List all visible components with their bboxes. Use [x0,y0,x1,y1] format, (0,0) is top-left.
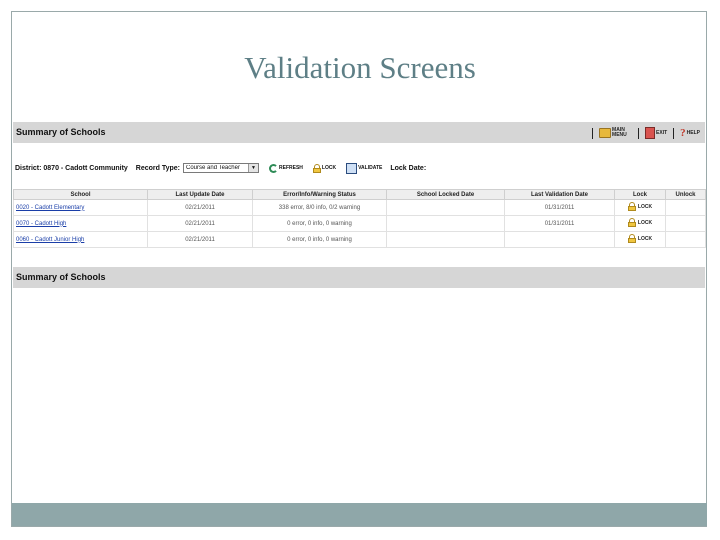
main-menu-label: MAIN MENU [612,127,627,138]
refresh-label: REFRESH [279,165,303,171]
lock-cell: LOCK [614,231,666,248]
school-link[interactable]: 0020 - Cadott Elementary [16,205,84,211]
school-cell: 0070 - Cadott High [13,215,148,232]
summary-footer-header: Summary of Schools [13,267,705,288]
record-type-label: Record Type: [135,164,181,172]
row-lock-button[interactable]: LOCK [627,202,653,211]
locked-date-cell [386,231,505,248]
last-update-cell: 02/21/2011 [147,231,253,248]
locked-date-cell [386,199,505,216]
col-header-locked-date: School Locked Date [386,189,505,200]
row-lock-label: LOCK [637,219,653,226]
last-validation-cell [504,231,615,248]
record-type-select[interactable]: Course and Teacher ▼ [183,163,260,173]
top-nav: MAIN MENU EXIT ? HELP [589,125,700,141]
nav-divider [673,127,675,139]
exit-label: EXIT [656,129,668,136]
chevron-down-icon: ▼ [248,164,259,172]
summary-footer-title: Summary of Schools [16,272,106,282]
row-lock-button[interactable]: LOCK [627,234,653,243]
table-row: 0020 - Cadott Elementary 02/21/2011 338 … [13,199,706,216]
locked-date-cell [386,215,505,232]
folder-icon [599,128,612,138]
lock-icon [627,202,636,211]
lock-cell: LOCK [614,215,666,232]
schools-table: School Last Update Date Error/Info/Warni… [13,189,706,248]
table-row: 0070 - Cadott High 02/21/2011 0 error, 0… [13,215,706,232]
row-lock-label: LOCK [637,203,653,210]
district-label: District: 0870 - Cadott Community [15,164,128,172]
help-button[interactable]: ? HELP [680,127,700,139]
lock-icon [627,218,636,227]
school-link[interactable]: 0070 - Cadott High [16,221,66,227]
table-header-row: School Last Update Date Error/Info/Warni… [13,189,706,200]
col-header-school: School [13,189,148,200]
lock-date-label: Lock Date: [390,164,427,172]
unlock-cell [665,231,706,248]
validate-icon [346,162,358,174]
last-validation-cell: 01/31/2011 [504,199,615,216]
filter-row: District: 0870 - Cadott Community Record… [15,160,705,176]
validate-label: VALIDATE [358,165,383,171]
help-icon: ? [680,127,686,139]
school-cell: 0060 - Cadott Junior High [13,231,148,248]
school-link[interactable]: 0060 - Cadott Junior High [16,237,84,243]
help-label: HELP [686,129,700,136]
summary-title: Summary of Schools [16,127,106,137]
table-row: 0060 - Cadott Junior High 02/21/2011 0 e… [13,231,706,248]
nav-divider [638,127,640,139]
refresh-button[interactable]: REFRESH [269,163,303,173]
exit-icon [645,127,656,139]
col-header-last-validation: Last Validation Date [504,189,615,200]
unlock-cell [665,215,706,232]
record-type-value: Course and Teacher [186,165,240,171]
last-update-cell: 02/21/2011 [147,199,253,216]
validate-button[interactable]: VALIDATE [346,162,383,174]
col-header-unlock: Unlock [665,189,706,200]
lock-icon [627,234,636,243]
status-cell: 338 error, 8/0 info, 0/2 warning [252,199,387,216]
school-cell: 0020 - Cadott Elementary [13,199,148,216]
main-menu-button[interactable]: MAIN MENU [599,128,632,138]
summary-header: Summary of Schools MAIN MENU EXIT ? HELP [13,122,705,143]
unlock-cell [665,199,706,216]
status-cell: 0 error, 0 info, 0 warning [252,215,387,232]
footer-bar [12,503,707,526]
nav-divider [592,127,594,139]
refresh-icon [269,163,279,173]
lock-label: LOCK [321,165,337,171]
col-header-status: Error/Info/Warning Status [252,189,387,200]
col-header-last-update: Last Update Date [147,189,253,200]
col-header-lock: Lock [614,189,666,200]
lock-cell: LOCK [614,199,666,216]
exit-button[interactable]: EXIT [645,127,667,139]
lock-button[interactable]: LOCK [312,163,337,173]
row-lock-button[interactable]: LOCK [627,218,653,227]
status-cell: 0 error, 0 info, 0 warning [252,231,387,248]
last-validation-cell: 01/31/2011 [504,215,615,232]
last-update-cell: 02/21/2011 [147,215,253,232]
lock-icon [312,163,321,173]
row-lock-label: LOCK [637,235,653,242]
slide-title: Validation Screens [244,50,476,85]
